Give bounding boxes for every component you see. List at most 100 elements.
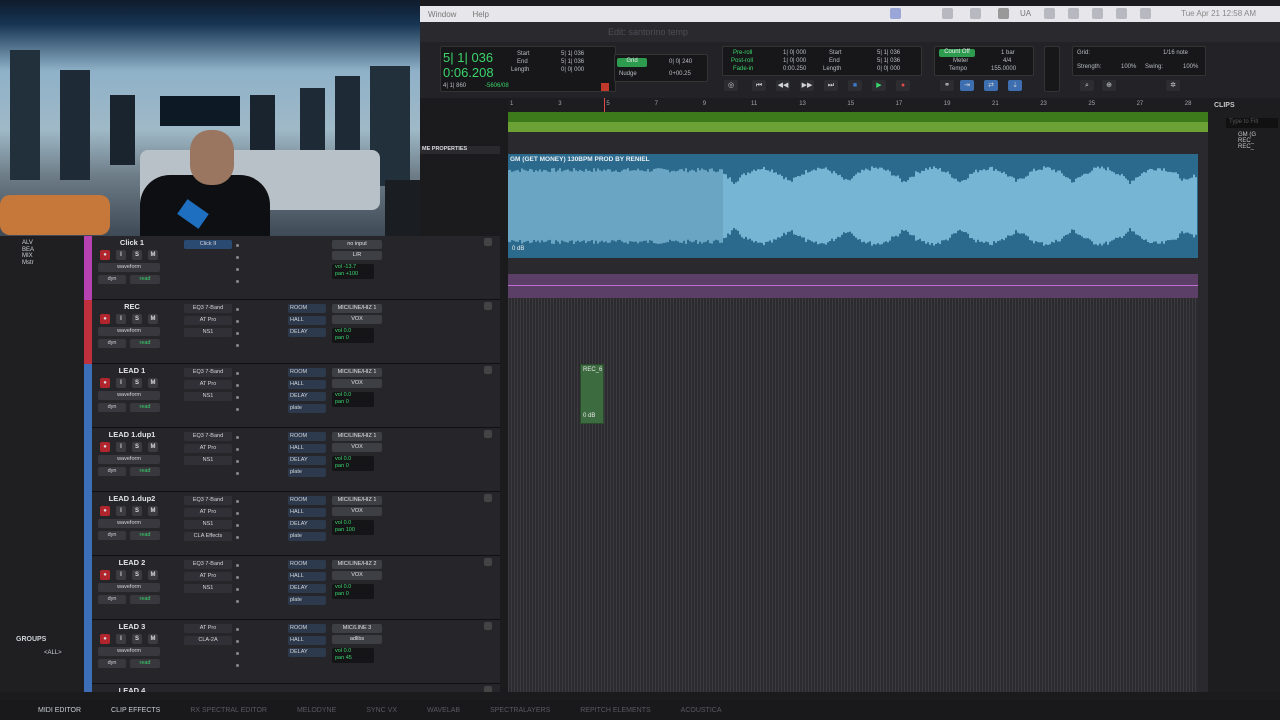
send-slot[interactable]: DELAY bbox=[288, 328, 326, 337]
view-selector[interactable]: waveform bbox=[98, 647, 160, 656]
view-selector[interactable]: waveform bbox=[98, 519, 160, 528]
send-slot[interactable]: plate bbox=[288, 404, 326, 413]
output-selector[interactable]: VOX bbox=[332, 443, 382, 452]
insert-slot[interactable]: EQ3 7-Band bbox=[184, 432, 232, 441]
mute-button[interactable]: M bbox=[148, 506, 158, 516]
view-selector[interactable]: waveform bbox=[98, 455, 160, 464]
record-arm-button[interactable]: ● bbox=[100, 314, 110, 324]
rec-clip[interactable]: REC_6 0 dB bbox=[580, 364, 604, 424]
insert-slot[interactable]: CLA-2A bbox=[184, 636, 232, 645]
mute-button[interactable]: M bbox=[148, 634, 158, 644]
footer-tab[interactable]: REPITCH ELEMENTS bbox=[580, 707, 650, 714]
fadein-value[interactable]: 0:00.250 bbox=[783, 66, 806, 72]
length-value[interactable]: 0| 0| 000 bbox=[561, 67, 584, 73]
insertion-follows-icon[interactable]: ⇣ bbox=[1008, 80, 1022, 91]
audio-clip[interactable]: GM (GET MONEY) 130BPM PROD BY RENIEL 0 d… bbox=[508, 154, 1198, 258]
output-selector[interactable]: adlibs bbox=[332, 635, 382, 644]
send-slot[interactable]: ROOM bbox=[288, 368, 326, 377]
counter-panel[interactable]: 5| 1| 036 0:06.208 4| 1| 860 -5606/08 St… bbox=[440, 46, 616, 92]
record-arm-button[interactable]: ● bbox=[100, 634, 110, 644]
footer-tab[interactable]: ACOUSTICA bbox=[681, 707, 722, 714]
footer-tab[interactable]: SPECTRALAYERS bbox=[490, 707, 550, 714]
track-name[interactable]: LEAD 3 bbox=[94, 622, 170, 631]
view-selector[interactable]: waveform bbox=[98, 263, 160, 272]
marker-item[interactable]: MIX bbox=[22, 253, 34, 260]
track-name[interactable]: Click 1 bbox=[94, 238, 170, 247]
track-options-icon[interactable] bbox=[484, 622, 492, 630]
length-value-2[interactable]: 0| 0| 000 bbox=[877, 66, 900, 72]
siri-icon[interactable] bbox=[1140, 8, 1151, 19]
automation-mode[interactable]: read bbox=[130, 531, 160, 540]
marker-item[interactable]: ALV bbox=[22, 240, 34, 247]
automation-mode[interactable]: read bbox=[130, 467, 160, 476]
track-options-icon[interactable] bbox=[484, 558, 492, 566]
clips-search-input[interactable]: Type to Filt bbox=[1226, 118, 1278, 128]
input-selector[interactable]: MIC/LINE/HIZ 1 bbox=[332, 432, 382, 441]
insert-slot[interactable]: NS1 bbox=[184, 328, 232, 337]
send-slot[interactable]: HALL bbox=[288, 316, 326, 325]
ua-label[interactable]: UA bbox=[1020, 9, 1031, 18]
vol-pan-display[interactable]: vol 0.0 pan 45 bbox=[332, 648, 374, 663]
play-icon[interactable]: ▶ bbox=[872, 80, 886, 91]
zoom-icon[interactable]: ⌕ bbox=[1080, 80, 1094, 91]
view-selector[interactable]: waveform bbox=[98, 327, 160, 336]
output-selector[interactable]: VOX bbox=[332, 507, 382, 516]
send-slot[interactable]: DELAY bbox=[288, 584, 326, 593]
vol-pan-display[interactable]: vol 0.0 pan 0 bbox=[332, 328, 374, 343]
control-center-icon[interactable] bbox=[1116, 8, 1127, 19]
input-selector[interactable]: MIC/LINE/HIZ 2 bbox=[332, 560, 382, 569]
tempo-ruler[interactable] bbox=[508, 112, 1208, 132]
playhead[interactable] bbox=[604, 98, 605, 112]
track-row[interactable]: Click 1 ● I S Mwaveform dyn read Click II no inp… bbox=[84, 236, 500, 300]
output-selector[interactable]: VOX bbox=[332, 571, 382, 580]
status-icon[interactable] bbox=[942, 8, 953, 19]
fast-forward-icon[interactable]: ▶▶ bbox=[800, 80, 814, 91]
record-arm-button[interactable]: ● bbox=[100, 250, 110, 260]
go-to-end-icon[interactable]: ⏭ bbox=[824, 80, 838, 91]
record-icon[interactable]: ● bbox=[896, 80, 910, 91]
automation-dyn[interactable]: dyn bbox=[98, 275, 126, 284]
automation-mode[interactable]: read bbox=[130, 275, 160, 284]
insert-slot[interactable]: NS1 bbox=[184, 520, 232, 529]
view-selector[interactable]: waveform bbox=[98, 583, 160, 592]
menu-window[interactable]: Window bbox=[428, 10, 456, 19]
insert-slot[interactable]: AT Pro bbox=[184, 624, 232, 633]
solo-button[interactable]: S bbox=[132, 378, 142, 388]
track-row[interactable]: REC ● I S Mwaveform dyn read EQ3 7-Band AT Pro NS… bbox=[84, 300, 500, 364]
automation-mode[interactable]: read bbox=[130, 403, 160, 412]
send-slot[interactable]: plate bbox=[288, 532, 326, 541]
end-value-2[interactable]: 5| 1| 036 bbox=[877, 58, 900, 64]
track-row[interactable]: LEAD 2 ● I S Mwaveform dyn read EQ3 7-Band AT Pr… bbox=[84, 556, 500, 620]
input-monitor-button[interactable]: I bbox=[116, 506, 126, 516]
wifi-icon[interactable] bbox=[1068, 8, 1079, 19]
footer-tab[interactable]: MELODYNE bbox=[297, 707, 336, 714]
send-slot[interactable]: DELAY bbox=[288, 392, 326, 401]
online-icon[interactable]: ◎ bbox=[724, 80, 738, 91]
solo-button[interactable]: S bbox=[132, 506, 142, 516]
insert-slot[interactable]: AT Pro bbox=[184, 316, 232, 325]
preroll-label[interactable]: Pre-roll bbox=[733, 50, 752, 56]
menu-help[interactable]: Help bbox=[472, 10, 488, 19]
vol-pan-display[interactable]: vol 0.0 pan 0 bbox=[332, 392, 374, 407]
tempo-value[interactable]: 155.0000 bbox=[991, 66, 1016, 72]
insert-slot[interactable]: EQ3 7-Band bbox=[184, 560, 232, 569]
meter-value[interactable]: 4/4 bbox=[1003, 58, 1011, 64]
send-slot[interactable]: HALL bbox=[288, 444, 326, 453]
input-selector[interactable]: MIC/LINE/HIZ 1 bbox=[332, 496, 382, 505]
automation-mode[interactable]: read bbox=[130, 659, 160, 668]
record-arm-button[interactable]: ● bbox=[100, 378, 110, 388]
swing-value[interactable]: 100% bbox=[1183, 64, 1198, 70]
send-slot[interactable]: ROOM bbox=[288, 496, 326, 505]
nudge-value[interactable]: 0+00.25 bbox=[669, 71, 691, 77]
insert-slot[interactable]: EQ3 7-Band bbox=[184, 368, 232, 377]
send-slot[interactable]: plate bbox=[288, 596, 326, 605]
grid-value[interactable]: 0| 0| 240 bbox=[669, 59, 692, 65]
timeline-ruler[interactable]: 1 3 5 7 9 11 13 15 17 19 21 23 25 27 28 bbox=[508, 98, 1208, 112]
send-slot[interactable]: ROOM bbox=[288, 304, 326, 313]
start-value-2[interactable]: 5| 1| 036 bbox=[877, 50, 900, 56]
postroll-label[interactable]: Post-roll bbox=[731, 58, 753, 64]
input-monitor-button[interactable]: I bbox=[116, 442, 126, 452]
output-selector[interactable]: VOX bbox=[332, 379, 382, 388]
record-arm-button[interactable]: ● bbox=[100, 506, 110, 516]
solo-button[interactable]: S bbox=[132, 570, 142, 580]
